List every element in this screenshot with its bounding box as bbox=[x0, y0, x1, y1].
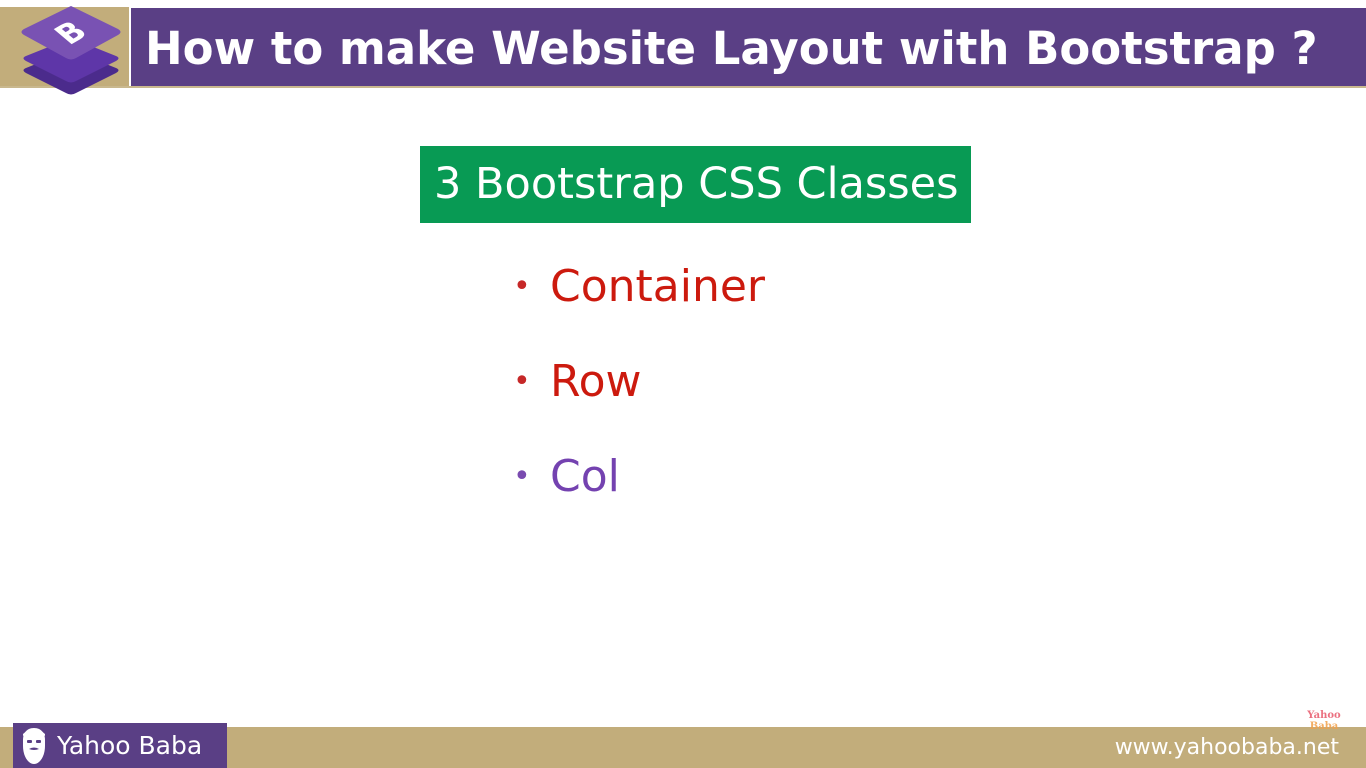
brand-name: Yahoo Baba bbox=[57, 731, 203, 760]
watermark-line: Yahoo bbox=[1307, 710, 1341, 721]
page-title: How to make Website Layout with Bootstra… bbox=[145, 22, 1318, 75]
slide: B How to make Website Layout with Bootst… bbox=[0, 0, 1366, 768]
brand-badge: Yahoo Baba bbox=[13, 723, 227, 768]
bullet-dot: • bbox=[513, 364, 531, 399]
section-heading-box: 3 Bootstrap CSS Classes bbox=[420, 146, 971, 223]
header-divider bbox=[0, 86, 1366, 88]
bullet-dot: • bbox=[513, 269, 531, 304]
list-item-label: Container bbox=[550, 261, 766, 312]
list-item-label: Col bbox=[550, 451, 620, 502]
bearded-man-icon bbox=[23, 728, 45, 764]
website-url: www.yahoobaba.net bbox=[1114, 735, 1339, 760]
watermark-logo: Yahoo Baba bbox=[1302, 710, 1346, 732]
list-item-label: Row bbox=[550, 356, 642, 407]
section-heading: 3 Bootstrap CSS Classes bbox=[434, 159, 959, 209]
watermark-line: Baba bbox=[1309, 721, 1339, 732]
bullet-dot: • bbox=[513, 459, 531, 494]
bootstrap-logo-icon: B bbox=[21, 6, 121, 95]
